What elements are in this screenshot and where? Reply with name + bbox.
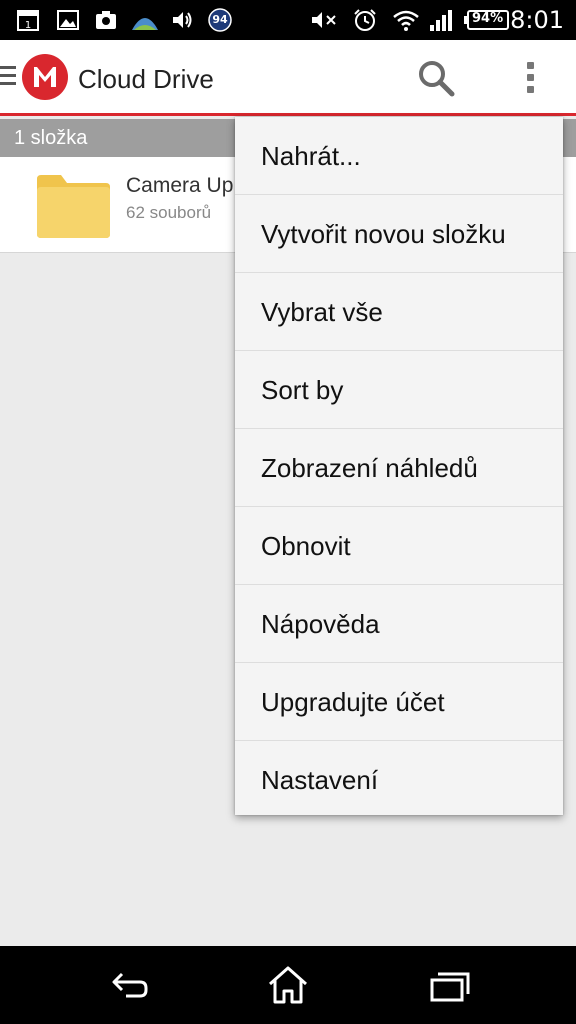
- overflow-menu: Nahrát... Vytvořit novou složku Vybrat v…: [235, 117, 563, 815]
- signal-icon: [430, 10, 452, 31]
- home-icon[interactable]: [264, 964, 312, 1006]
- mute-icon: [312, 12, 336, 28]
- volume-icon: [173, 12, 192, 28]
- item-name: Camera Up: [126, 174, 234, 197]
- menu-item-select-all[interactable]: Vybrat vše: [235, 273, 563, 351]
- overflow-menu-button[interactable]: [512, 58, 548, 98]
- back-icon[interactable]: [106, 964, 154, 1006]
- app-bar: Cloud Drive: [0, 40, 576, 116]
- menu-item-help[interactable]: Nápověda: [235, 585, 563, 663]
- menu-item-label: Zobrazení náhledů: [261, 453, 478, 483]
- menu-item-sort-by[interactable]: Sort by: [235, 351, 563, 429]
- menu-item-label: Vytvořit novou složku: [261, 219, 506, 249]
- menu-item-refresh[interactable]: Obnovit: [235, 507, 563, 585]
- menu-item-settings[interactable]: Nastavení: [235, 741, 563, 819]
- menu-item-label: Nastavení: [261, 765, 379, 795]
- calendar-icon: 1: [17, 10, 39, 31]
- menu-item-label: Sort by: [261, 375, 344, 405]
- menu-item-label: Nápověda: [261, 609, 380, 639]
- status-bar: 1 94 94% 8:01: [0, 0, 576, 40]
- folder-icon: [37, 175, 110, 238]
- battery-percent: 94%: [472, 11, 504, 26]
- menu-item-new-folder[interactable]: Vytvořit novou složku: [235, 195, 563, 273]
- page-title: Cloud Drive: [78, 64, 214, 94]
- recents-icon[interactable]: [424, 964, 472, 1006]
- menu-item-upload[interactable]: Nahrát...: [235, 117, 563, 195]
- navigation-bar: [0, 946, 576, 1024]
- menu-item-upgrade-account[interactable]: Upgradujte účet: [235, 663, 563, 741]
- item-file-count: 62 souborů: [126, 203, 212, 222]
- search-icon[interactable]: [416, 58, 456, 98]
- menu-item-label: Upgradujte účet: [261, 687, 445, 717]
- alarm-icon: [354, 9, 376, 31]
- menu-item-label: Obnovit: [261, 531, 351, 561]
- clock: 8:01: [510, 6, 564, 34]
- mega-logo-icon[interactable]: [22, 54, 68, 100]
- image-icon: [57, 10, 79, 30]
- wifi-icon: [393, 10, 419, 31]
- menu-icon[interactable]: [0, 66, 16, 88]
- weather-icon: [132, 18, 158, 30]
- menu-item-label: Nahrát...: [261, 141, 361, 171]
- camera-icon: [96, 11, 116, 29]
- notification-badge-count: 94: [212, 13, 228, 26]
- folder-count-label: 1 složka: [14, 127, 88, 149]
- menu-item-label: Vybrat vše: [261, 297, 383, 327]
- svg-text:1: 1: [25, 20, 31, 31]
- menu-item-thumbnail-view[interactable]: Zobrazení náhledů: [235, 429, 563, 507]
